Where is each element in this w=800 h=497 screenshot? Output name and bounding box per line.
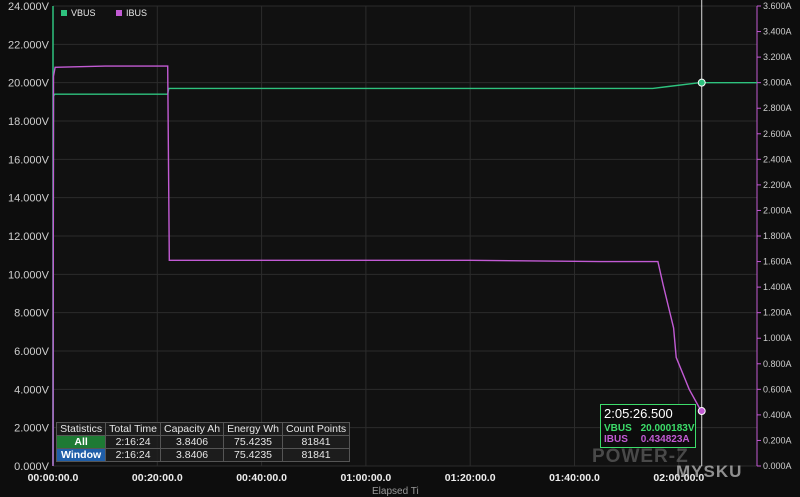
statistics-cell: 3.8406 (160, 435, 225, 449)
cursor-ibus-row: IBUS 0.434823A (604, 434, 690, 445)
y-right-tick-label: 3.200A (763, 52, 792, 62)
y-left-tick-label: 24.000V (8, 1, 50, 13)
legend-label-ibus: IBUS (126, 8, 147, 18)
y-right-tick-label: 0.200A (763, 435, 792, 445)
statistics-header-cell: Statistics (55, 422, 107, 436)
y-right-tick-label: 2.400A (763, 154, 792, 164)
statistics-cell: 2:16:24 (105, 435, 162, 449)
y-right-tick-label: 1.800A (763, 231, 792, 241)
cursor-vbus-label: VBUS (604, 423, 632, 434)
statistics-cell: 75.4235 (223, 448, 283, 462)
cursor-marker-ibus (697, 407, 706, 416)
statistics-header-row: Statistics Total Time Capacity Ah Energy… (55, 422, 351, 436)
statistics-row-label[interactable]: All (55, 435, 107, 449)
y-right-tick-label: 1.200A (763, 308, 792, 318)
y-right-tick-label: 2.600A (763, 129, 792, 139)
cursor-marker-vbus (697, 78, 706, 87)
statistics-cell: 3.8406 (160, 448, 225, 462)
statistics-cell: 81841 (281, 435, 351, 449)
y-right-tick-label: 3.600A (763, 1, 792, 11)
y-left-tick-label: 22.000V (8, 39, 50, 51)
y-right-tick-label: 1.000A (763, 333, 792, 343)
statistics-header-cell: Capacity Ah (160, 422, 225, 436)
x-tick-label: 00:40:00.0 (236, 472, 287, 484)
statistics-cell: 2:16:24 (105, 448, 162, 462)
y-left-tick-label: 4.000V (14, 384, 50, 396)
statistics-header-cell: Count Points (281, 422, 351, 436)
y-right-tick-label: 2.000A (763, 205, 792, 215)
legend-swatch-ibus (116, 10, 122, 16)
cursor-vbus-row: VBUS 20.000183V (604, 423, 695, 434)
x-tick-label: 01:20:00.0 (445, 472, 496, 484)
y-left-tick-label: 2.000V (14, 423, 50, 435)
statistics-cell: 75.4235 (223, 435, 283, 449)
cursor-time: 2:05:26.500 (604, 406, 673, 421)
y-right-tick-label: 2.200A (763, 180, 792, 190)
statistics-row-all[interactable]: All 2:16:24 3.8406 75.4235 81841 (55, 435, 351, 449)
y-right-tick-label: 0.400A (763, 410, 792, 420)
cursor-vbus-value: 20.000183V (640, 423, 695, 434)
y-right-tick-label: 3.400A (763, 27, 792, 37)
statistics-row-label[interactable]: Window (55, 448, 107, 462)
statistics-header-cell: Total Time (105, 422, 162, 436)
cursor-ibus-value: 0.434823A (640, 434, 690, 445)
y-right-tick-label: 0.600A (763, 384, 792, 394)
statistics-table: Statistics Total Time Capacity Ah Energy… (55, 422, 351, 462)
legend-label-vbus: VBUS (71, 8, 96, 18)
y-right-tick-label: 0.800A (763, 359, 792, 369)
x-tick-label: 00:00:00.0 (28, 472, 79, 484)
legend-swatch-vbus (61, 10, 67, 16)
y-right-tick-label: 1.400A (763, 282, 792, 292)
y-left-tick-label: 10.000V (8, 269, 50, 281)
x-tick-label: 00:20:00.0 (132, 472, 183, 484)
y-left-tick-label: 20.000V (8, 78, 50, 90)
y-left-tick-label: 14.000V (8, 193, 50, 205)
statistics-header-cell: Energy Wh (223, 422, 283, 436)
x-tick-label: 01:00:00.0 (340, 472, 391, 484)
y-left-tick-label: 8.000V (14, 308, 50, 320)
y-left-tick-label: 6.000V (14, 346, 50, 358)
y-left-tick-label: 12.000V (8, 231, 50, 243)
statistics-cell: 81841 (281, 448, 351, 462)
watermark-power-z: POWER-Z (592, 446, 689, 467)
y-right-tick-label: 1.600A (763, 257, 792, 267)
y-right-tick-label: 2.800A (763, 103, 792, 113)
y-right-tick-label: 3.000A (763, 78, 792, 88)
watermark-mysku: MYSKU (676, 462, 743, 481)
y-left-tick-label: 16.000V (8, 154, 50, 166)
statistics-row-window[interactable]: Window 2:16:24 3.8406 75.4235 81841 (55, 448, 351, 462)
y-right-tick-label: 0.000A (763, 461, 792, 471)
x-tick-label: 01:40:00.0 (549, 472, 600, 484)
cursor-ibus-label: IBUS (604, 434, 628, 445)
cursor-readout: 2:05:26.500 VBUS 20.000183V IBUS 0.43482… (600, 404, 696, 448)
y-left-tick-label: 18.000V (8, 116, 50, 128)
